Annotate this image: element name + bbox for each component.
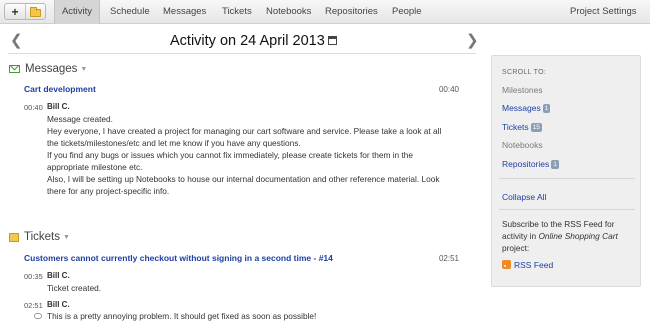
sidebar-item-label[interactable]: Repositories <box>502 159 549 169</box>
next-day-icon[interactable]: ❯ <box>466 33 479 48</box>
quick-add-group: + <box>4 3 46 20</box>
calendar-icon[interactable] <box>327 36 337 45</box>
entry-author[interactable]: Bill C. <box>47 271 70 280</box>
page-title-text: Activity on 24 April 2013 <box>170 33 325 49</box>
folder-icon <box>30 6 41 17</box>
add-button[interactable]: + <box>5 4 25 19</box>
sidebar-item-repositories[interactable]: Repositories 1 <box>502 159 559 169</box>
rss-project-name: Online Shopping Cart <box>538 231 618 241</box>
ticket-title-link[interactable]: Customers cannot currently checkout with… <box>24 253 333 263</box>
entry-time: 00:40 <box>24 103 43 112</box>
sidebar-item-milestones: Milestones <box>502 85 543 95</box>
tab-repositories[interactable]: Repositories <box>325 0 378 24</box>
comment-icon <box>34 313 42 319</box>
ticket-time: 02:51 <box>438 254 459 263</box>
message-line: appropriate milestone etc. <box>47 162 143 172</box>
tab-activity[interactable]: Activity <box>54 0 100 24</box>
message-title-link[interactable]: Cart development <box>24 84 96 94</box>
scroll-to-sidebar: SCROLL TO: Milestones Messages 1 Tickets 1… <box>491 55 641 287</box>
entry-time: 02:51 <box>24 301 43 310</box>
messages-section-title: Messages <box>25 63 78 75</box>
message-line: Message created. <box>47 114 113 124</box>
message-line: the tickets/milestones/etc and let me kn… <box>47 138 301 148</box>
entry-text: This is a pretty annoying problem. It sh… <box>47 311 317 321</box>
message-body: Message created. Hey everyone, I have cr… <box>47 113 457 197</box>
sidebar-item-tickets[interactable]: Tickets 15 <box>502 122 542 132</box>
entry-author[interactable]: Bill C. <box>47 300 70 309</box>
tickets-section-header: Tickets ▼ <box>9 231 70 243</box>
tab-people[interactable]: People <box>392 0 422 24</box>
count-badge: 1 <box>551 160 559 169</box>
collapse-all-link[interactable]: Collapse All <box>502 192 546 202</box>
tab-messages[interactable]: Messages <box>163 0 206 24</box>
entry-author[interactable]: Bill C. <box>47 102 70 111</box>
collapse-caret-icon[interactable]: ▼ <box>80 66 87 73</box>
rss-text: project: <box>502 243 530 253</box>
sidebar-item-messages[interactable]: Messages 1 <box>502 103 551 113</box>
divider <box>8 53 476 54</box>
message-line: Hey everyone, I have created a project f… <box>47 126 442 136</box>
scroll-to-label: SCROLL TO: <box>502 69 547 76</box>
tab-notebooks[interactable]: Notebooks <box>266 0 311 24</box>
top-nav: + Activity Schedule Messages Tickets Not… <box>0 0 650 24</box>
tab-schedule[interactable]: Schedule <box>110 0 150 24</box>
entry-text: Ticket created. <box>47 283 102 293</box>
rss-feed-link[interactable]: RSS Feed <box>502 260 553 270</box>
divider <box>499 209 635 210</box>
folder-button[interactable] <box>25 4 45 19</box>
rss-feed-label[interactable]: RSS Feed <box>514 260 553 270</box>
page-title: Activity on 24 April 2013 <box>170 33 337 49</box>
message-line: there for any project-specific info. <box>47 186 170 196</box>
messages-section-header: Messages ▼ <box>9 63 87 75</box>
plus-icon: + <box>11 4 19 19</box>
count-badge: 1 <box>542 104 551 113</box>
tab-tickets[interactable]: Tickets <box>222 0 252 24</box>
count-badge: 15 <box>530 123 542 132</box>
collapse-caret-icon[interactable]: ▼ <box>63 234 70 241</box>
previous-day-icon[interactable]: ❮ <box>10 33 23 48</box>
divider <box>499 178 635 179</box>
project-settings-link[interactable]: Project Settings <box>570 0 637 24</box>
message-time: 00:40 <box>438 85 459 94</box>
message-line: Also, I will be setting up Notebooks to … <box>47 174 440 184</box>
tickets-section-title: Tickets <box>24 231 60 243</box>
sidebar-item-label[interactable]: Messages <box>502 103 541 113</box>
ticket-icon <box>9 232 19 242</box>
envelope-icon <box>9 65 20 73</box>
sidebar-item-notebooks: Notebooks <box>502 140 543 150</box>
sidebar-item-label[interactable]: Tickets <box>502 122 529 132</box>
rss-icon <box>502 260 511 269</box>
entry-time: 00:35 <box>24 272 43 281</box>
rss-description: Subscribe to the RSS Feed for activity i… <box>502 218 632 254</box>
message-line: If you find any bugs or issues which you… <box>47 150 414 160</box>
